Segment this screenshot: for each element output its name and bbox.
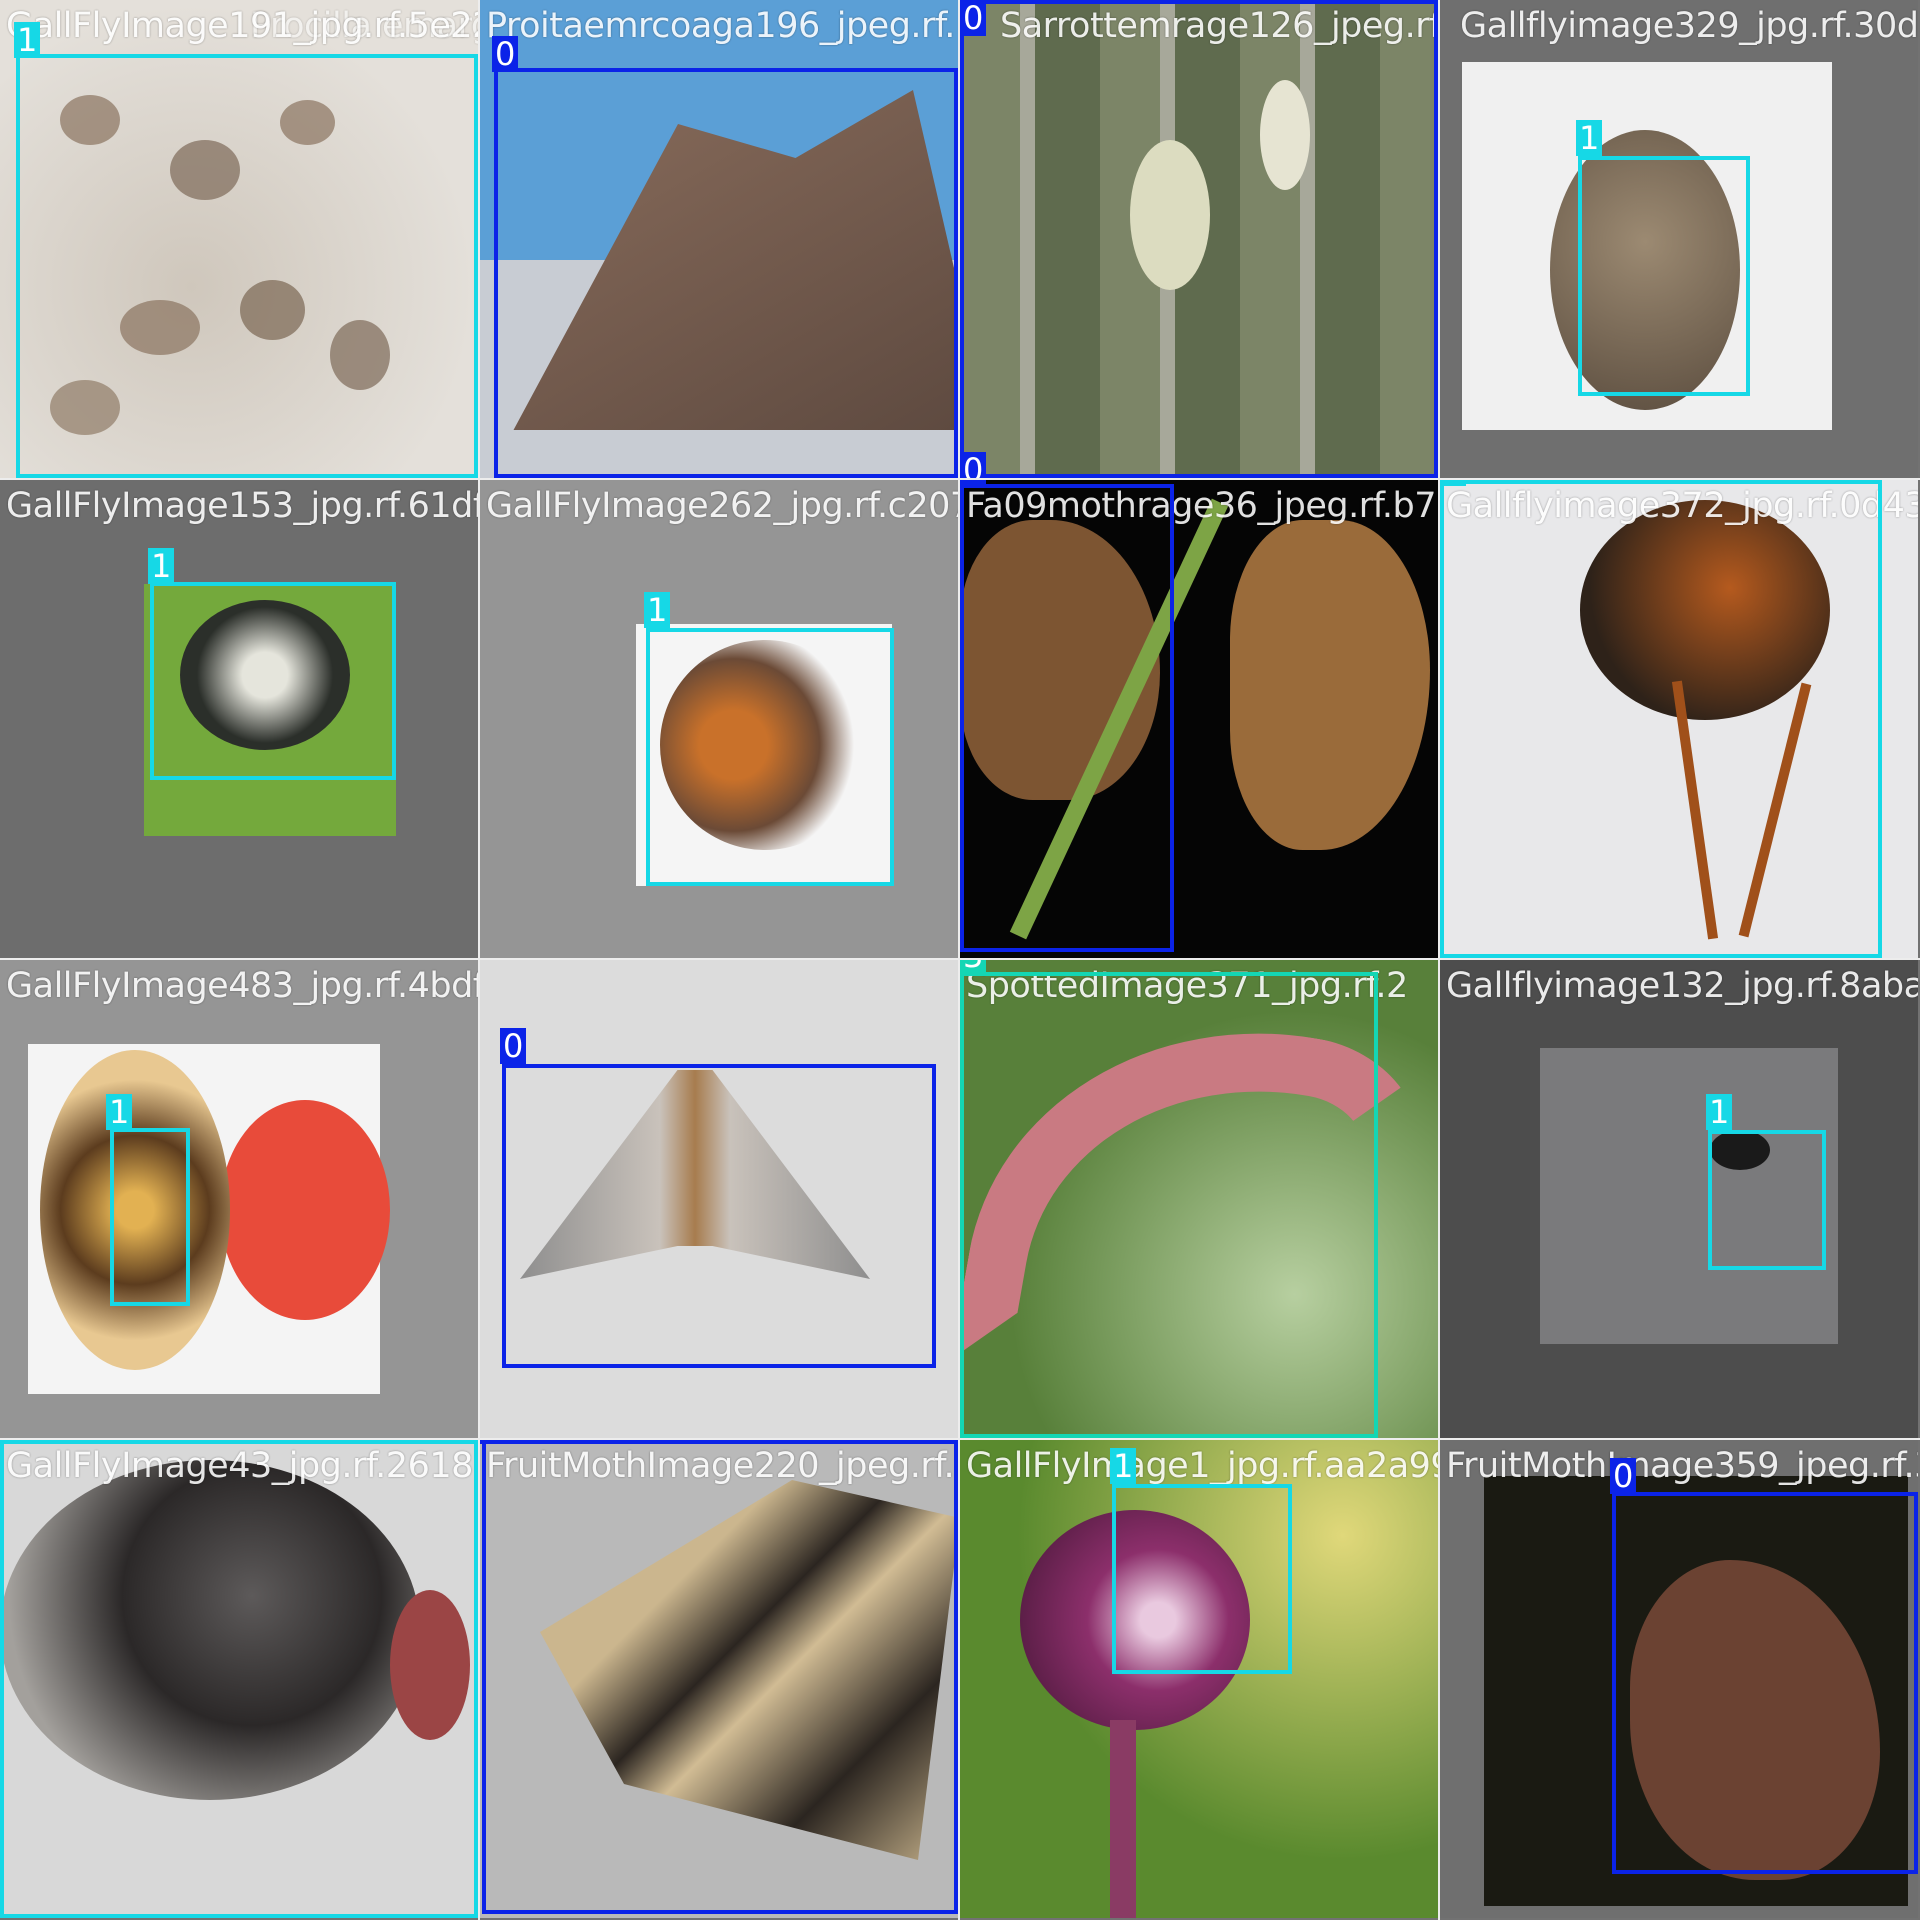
image-tile: SpottedImage371_jpg.rf.2 3 [960,960,1438,1438]
image-tile: 0 [480,960,958,1438]
detection-box [1708,1130,1826,1270]
class-label: 0 [960,0,987,36]
image-tile: Procilla emarginata196_jpeg.rf GallFlyIm… [0,0,478,478]
image-tile: FruitMothImage220_jpeg.rf.0 0 [480,1440,958,1918]
image-tile: GallFlyImage153_jpg.rf.61df 1 [0,480,478,958]
image-tile: Gallflyimage329_jpg.rf.30d7 1 [1440,0,1918,478]
detection-box [16,54,478,478]
detection-box [1578,156,1750,396]
detection-box [0,1440,478,1918]
detection-box [1612,1492,1918,1874]
gall-stem [1110,1720,1136,1918]
class-label: 1 [1576,120,1603,156]
detection-box [1112,1484,1292,1674]
image-tile: GallFlyImage43_jpg.rf.2618 1 [0,1440,478,1918]
image-title: GallFlyImage153_jpg.rf.61df [6,486,478,526]
detection-box [960,484,1174,952]
class-label: 1 [1110,1448,1137,1484]
class-label: 1 [14,22,41,58]
class-label: 1 [644,592,671,628]
detection-box [1440,480,1882,958]
image-title: GallFlyImage1_jpg.rf.aa2a99 [966,1446,1438,1486]
image-tile: FruitMothImage359_jpeg.rf.3 0 [1440,1440,1918,1918]
class-label: 1 [960,480,987,486]
detection-box [502,1064,936,1368]
image-tile: GallFlyImage262_jpg.rf.c207 1 [480,480,958,958]
detection-box [150,582,396,780]
class-label: 0 [960,452,987,478]
image-title: Proitaemrcoaga196_jpeg.rf. [486,6,955,46]
class-label: 0 [480,1440,507,1444]
class-label: 0 [500,1028,527,1064]
detection-box [110,1128,190,1306]
image-title: GallFlyImage191_jpg.rf.5e22 [6,6,478,46]
detection-box [646,628,894,886]
image-tile: Gallflyimage132_jpg.rf.8aba 1 [1440,960,1918,1438]
class-label: 0 [1610,1458,1637,1494]
detection-box [482,1440,958,1914]
detection-box [960,972,1378,1438]
image-tile: GallFlyImage483_jpg.rf.4bdf 1 [0,960,478,1438]
image-tile: Proitaemrcoaga196_jpeg.rf. 0 [480,0,958,478]
caterpillar-photo [1230,520,1430,850]
detection-box [494,68,958,478]
class-label: 1 [1440,480,1467,486]
detection-box [960,0,1438,478]
class-label: 3 [960,960,987,974]
image-tile: Gallflyimage372_jpg.rf.0d43 1 [1440,480,1918,958]
image-tile: GallFlyImage1_jpg.rf.aa2a99 1 [960,1440,1438,1918]
class-label: 1 [148,548,175,584]
image-tile: Fa09mothrage36_jpeg.rf.b7 1 [960,480,1438,958]
image-title: FruitMothImage359_jpeg.rf.3 [1446,1446,1918,1486]
class-label: 0 [492,36,519,72]
class-label: 1 [0,1440,27,1444]
finger [220,1100,390,1320]
class-label: 1 [106,1094,133,1130]
image-title: Gallflyimage329_jpg.rf.30d7 [1460,6,1918,46]
image-tile: Sarrottemrage126_jpeg.rf.9 0 0 [960,0,1438,478]
image-title: Gallflyimage132_jpg.rf.8aba [1446,966,1918,1006]
class-label: 1 [1706,1094,1733,1130]
image-title: GallFlyImage483_jpg.rf.4bdf [6,966,478,1006]
image-title: GallFlyImage262_jpg.rf.c207 [486,486,958,526]
